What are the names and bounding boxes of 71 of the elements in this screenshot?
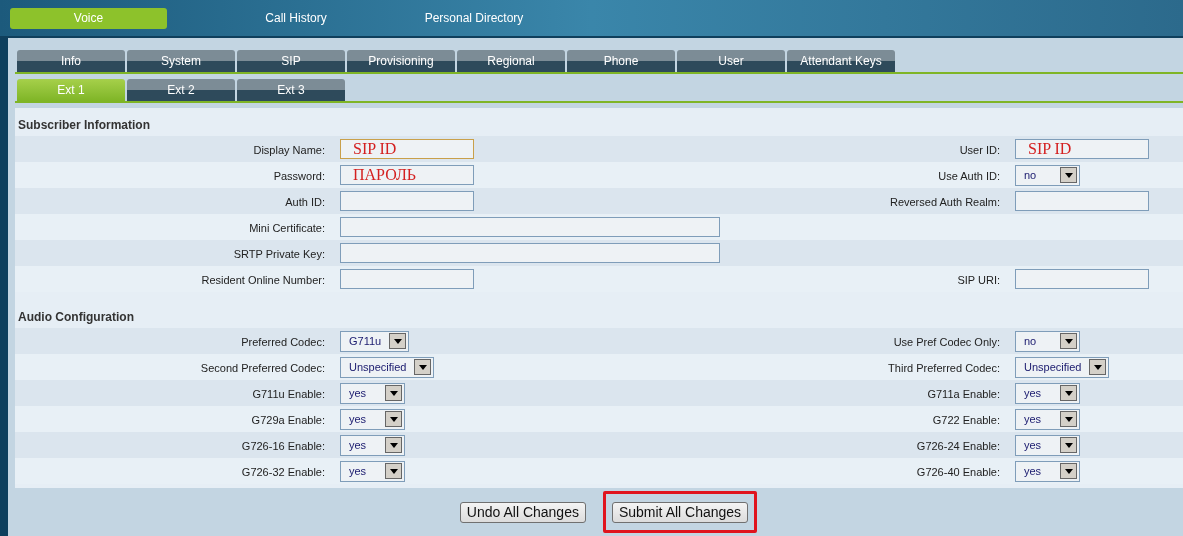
field-label: G722 Enable: [932, 414, 1000, 426]
text-field[interactable] [340, 217, 720, 237]
dropdown[interactable]: no [1015, 330, 1080, 352]
caret-icon [1060, 437, 1077, 453]
tab[interactable]: Phone [567, 50, 675, 72]
dropdown[interactable]: Unspecified [1015, 356, 1110, 378]
dropdown[interactable]: yes [1015, 408, 1080, 430]
caret-icon [385, 411, 402, 427]
field-label: Auth ID: [285, 196, 325, 208]
field-label: Second Preferred Codec: [200, 362, 325, 374]
field-label: G711u Enable: [252, 388, 325, 400]
caret-icon [1060, 167, 1077, 183]
text-field[interactable] [340, 191, 474, 211]
caret-icon [1060, 333, 1077, 349]
tab[interactable]: System [127, 50, 235, 72]
field-label: G726-16 Enable: [241, 440, 325, 452]
field-label: Use Auth ID: [938, 170, 1000, 182]
dropdown[interactable]: yes [1015, 460, 1080, 482]
action-button[interactable]: Submit All Changes [611, 501, 749, 523]
tab[interactable]: Ext 3 [237, 79, 345, 101]
text-field[interactable] [1015, 191, 1149, 211]
field-label: G711a Enable: [927, 388, 1000, 400]
dropdown[interactable]: yes [340, 434, 405, 456]
dropdown[interactable]: yes [1015, 434, 1080, 456]
tab[interactable]: Ext 2 [127, 79, 235, 101]
nav-tab[interactable]: Call History [207, 7, 385, 29]
text-field[interactable]: ПАРОЛЬ [340, 165, 474, 185]
field-label: User ID: [959, 144, 1000, 156]
field-label: Resident Online Number: [201, 274, 325, 286]
text-field[interactable] [1015, 269, 1149, 289]
field-label: G726-24 Enable: [916, 440, 1000, 452]
caret-icon [385, 463, 402, 479]
dropdown[interactable]: yes [340, 408, 405, 430]
field-label: Use Pref Codec Only: [893, 336, 1000, 348]
field-label: Reversed Auth Realm: [889, 196, 1000, 208]
text-field[interactable] [340, 269, 474, 289]
tab[interactable]: Regional [457, 50, 565, 72]
field-label: Third Preferred Codec: [888, 362, 1000, 374]
action-button[interactable]: Undo All Changes [459, 501, 586, 523]
caret-icon [1060, 463, 1077, 479]
section-title: Audio Configuration [18, 309, 134, 326]
field-label: SIP URI: [957, 274, 1000, 286]
caret-icon [414, 359, 432, 375]
dropdown[interactable]: yes [340, 382, 405, 404]
caret-icon [385, 385, 402, 401]
field-label: SRTP Private Key: [233, 248, 325, 260]
caret-icon [1060, 411, 1077, 427]
field-label: Display Name: [253, 144, 325, 156]
text-field[interactable]: SIP ID [1015, 139, 1149, 159]
caret-icon [1060, 385, 1077, 401]
tab[interactable]: Provisioning [347, 50, 455, 72]
caret-icon [389, 333, 407, 349]
text-field[interactable]: SIP ID [340, 139, 474, 159]
nav-tab[interactable]: Personal Directory [385, 7, 563, 29]
dropdown[interactable]: no [1015, 164, 1080, 186]
field-label: Password: [273, 170, 325, 182]
section-title: Subscriber Information [18, 117, 151, 134]
field-label: G729a Enable: [251, 414, 325, 426]
field-label: Preferred Codec: [241, 336, 325, 348]
field-label: G726-32 Enable: [241, 466, 325, 478]
dropdown[interactable]: G711u [340, 330, 410, 352]
dropdown[interactable]: yes [340, 460, 405, 482]
field-label: G726-40 Enable: [916, 466, 1000, 478]
field-label: Mini Certificate: [249, 222, 325, 234]
caret-icon [1089, 359, 1107, 375]
dropdown[interactable]: Unspecified [340, 356, 435, 378]
caret-icon [385, 437, 402, 453]
tab[interactable]: Info [17, 50, 125, 72]
text-field[interactable] [340, 243, 720, 263]
tab[interactable]: Attendant Keys [787, 50, 895, 72]
dropdown[interactable]: yes [1015, 382, 1080, 404]
